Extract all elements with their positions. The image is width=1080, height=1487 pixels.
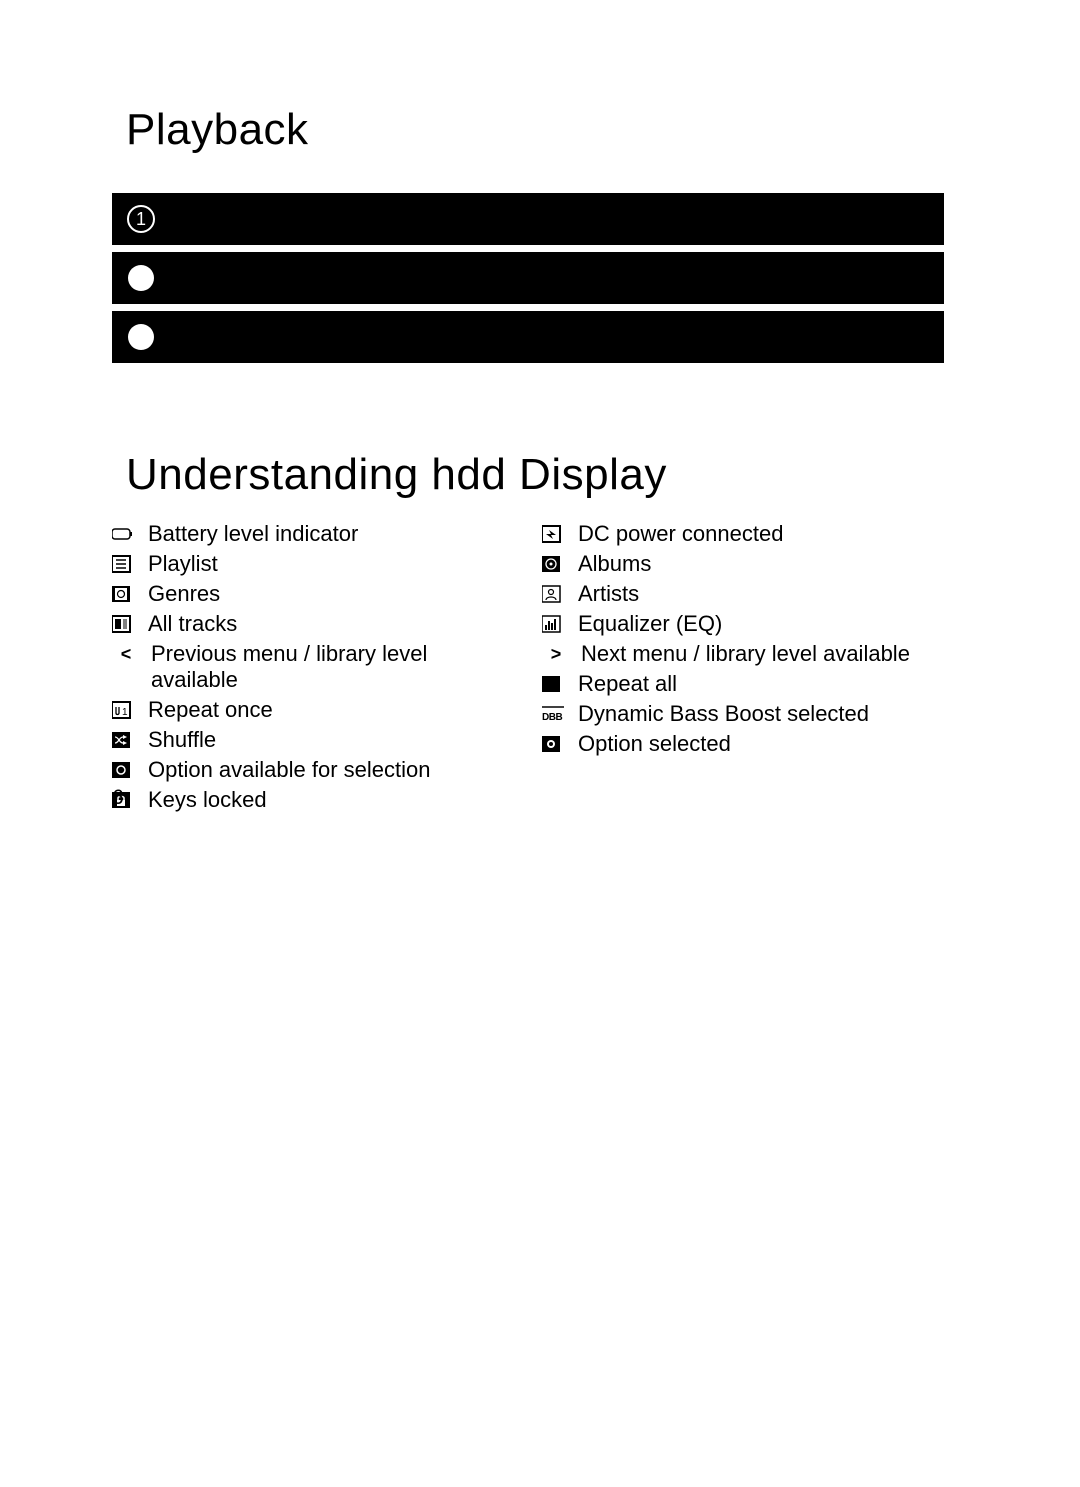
repeat-once-icon: [112, 701, 134, 719]
legend-item: Repeat all: [542, 671, 944, 697]
step-row-1: 1: [112, 193, 944, 245]
prev-arrow-icon: <: [112, 645, 137, 663]
step-row-3: [112, 311, 944, 363]
legend-label: Option selected: [578, 731, 944, 757]
step-number-badge: 1: [127, 205, 155, 233]
legend-item: < Previous menu / library level availabl…: [112, 641, 512, 693]
legend-item: > Next menu / library level available: [542, 641, 944, 667]
genres-icon: [112, 585, 134, 603]
option-selected-icon: [542, 735, 564, 753]
legend-label: Repeat once: [148, 697, 512, 723]
legend-item: Albums: [542, 551, 944, 577]
heading-understanding-display: Understanding hdd Display: [126, 450, 667, 500]
bullet-icon: [128, 324, 154, 350]
legend-item: Genres: [112, 581, 512, 607]
step-row-2: [112, 252, 944, 304]
legend-label: Option available for selection: [148, 757, 512, 783]
legend-item: Battery level indicator: [112, 521, 512, 547]
dc-power-icon: [542, 525, 564, 543]
option-available-icon: [112, 761, 134, 779]
legend-item: Option available for selection: [112, 757, 512, 783]
legend-label: Previous menu / library level available: [151, 641, 512, 693]
legend-column-left: Battery level indicator Playlist Genres …: [112, 521, 512, 817]
repeat-all-icon: [542, 675, 564, 693]
legend-item: Keys locked: [112, 787, 512, 813]
legend-item: Dynamic Bass Boost selected: [542, 701, 944, 727]
all-tracks-icon: [112, 615, 134, 633]
legend-item: Repeat once: [112, 697, 512, 723]
legend-label: Albums: [578, 551, 944, 577]
legend-label: Next menu / library level available: [581, 641, 944, 667]
legend-label: Shuffle: [148, 727, 512, 753]
legend-column-right: DC power connected Albums Artists Equali…: [542, 521, 944, 817]
next-arrow-icon: >: [542, 645, 567, 663]
dbb-icon: [542, 705, 564, 723]
heading-playback: Playback: [126, 105, 309, 155]
bullet-icon: [128, 265, 154, 291]
legend-item: Equalizer (EQ): [542, 611, 944, 637]
legend-label: Dynamic Bass Boost selected: [578, 701, 944, 727]
legend-label: Artists: [578, 581, 944, 607]
legend-label: Repeat all: [578, 671, 944, 697]
artists-icon: [542, 585, 564, 603]
legend-label: DC power connected: [578, 521, 944, 547]
legend-item: Artists: [542, 581, 944, 607]
legend-item: Playlist: [112, 551, 512, 577]
legend-label: Battery level indicator: [148, 521, 512, 547]
legend-label: All tracks: [148, 611, 512, 637]
albums-icon: [542, 555, 564, 573]
equalizer-icon: [542, 615, 564, 633]
legend-label: Playlist: [148, 551, 512, 577]
manual-page: Playback 1 Understanding hdd Display Bat…: [0, 0, 1080, 1487]
legend-item: DC power connected: [542, 521, 944, 547]
shuffle-icon: [112, 731, 134, 749]
legend-label: Equalizer (EQ): [578, 611, 944, 637]
legend-item: Shuffle: [112, 727, 512, 753]
page-number: 6: [112, 786, 124, 810]
icon-legend: Battery level indicator Playlist Genres …: [112, 521, 944, 817]
legend-item: Option selected: [542, 731, 944, 757]
legend-label: Genres: [148, 581, 512, 607]
playlist-icon: [112, 555, 134, 573]
legend-label: Keys locked: [148, 787, 512, 813]
battery-icon: [112, 525, 134, 543]
legend-item: All tracks: [112, 611, 512, 637]
